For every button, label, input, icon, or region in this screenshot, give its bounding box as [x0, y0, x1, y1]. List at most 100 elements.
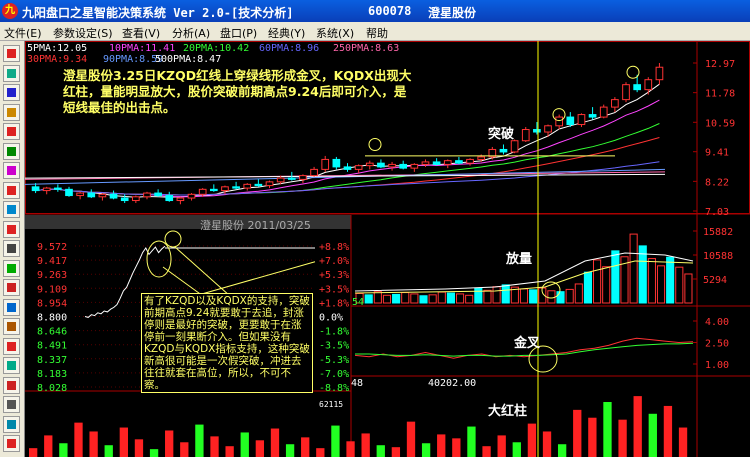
kqdx-left-value: 48	[351, 378, 364, 389]
candle-body	[533, 129, 541, 133]
volume-icon-glyph	[7, 146, 16, 156]
candle-body	[644, 79, 653, 91]
menu-analysis[interactable]: 分析(A)	[172, 25, 210, 41]
kline-icon[interactable]	[3, 123, 20, 140]
kqdx-bar	[376, 445, 385, 457]
candle-body	[198, 188, 207, 195]
flag-icon[interactable]	[3, 220, 20, 238]
ma-legend-item: 10PMA:11.41	[109, 43, 176, 54]
volume-bar	[529, 289, 538, 304]
kqdx-bar	[44, 435, 53, 457]
kqdx-bar	[588, 417, 597, 457]
candle-body	[232, 186, 240, 189]
list-icon[interactable]	[3, 415, 20, 433]
kqdx-low-value: 62115	[319, 400, 344, 409]
kqdx-bar	[452, 438, 461, 457]
bar-icon[interactable]	[3, 84, 20, 101]
line-icon[interactable]	[3, 103, 20, 121]
kqdx-bar	[316, 448, 325, 457]
intraday-left-label: 8.646	[37, 327, 67, 338]
star-icon[interactable]	[3, 357, 20, 374]
line-icon-glyph	[7, 107, 16, 117]
app-logo-icon: 九	[2, 3, 18, 19]
wave-icon-glyph	[7, 185, 16, 195]
candle-body	[365, 162, 374, 167]
menu-settings[interactable]: 参数设定(S)	[53, 25, 113, 41]
filter-icon[interactable]	[3, 337, 20, 355]
candle-body	[31, 186, 40, 192]
kqdx-bar	[301, 437, 310, 457]
kqdx-bar	[678, 427, 688, 457]
candle-body	[544, 125, 552, 133]
menu-classic[interactable]: 经典(Y)	[268, 25, 305, 41]
intraday-left-label: 9.263	[37, 270, 67, 281]
volume-bar	[565, 288, 574, 304]
candle-body	[622, 84, 630, 101]
pie-icon[interactable]	[3, 279, 20, 296]
intraday-annotation: 有了KZQD以及KQDX的支持，突破前期高点9.24就要敢于去追，封涨停则是最好…	[141, 293, 313, 393]
volume-bar	[574, 283, 583, 304]
golden-cross-label: 金叉	[514, 336, 541, 351]
volume-bar	[492, 286, 501, 304]
menu-system[interactable]: 系统(X)	[316, 25, 354, 41]
kqdx-bar	[285, 444, 295, 457]
bar-icon-glyph	[7, 88, 16, 97]
candle-icon[interactable]	[3, 64, 20, 82]
trend-icon[interactable]	[3, 298, 20, 316]
volume-bar	[465, 294, 474, 304]
intraday-left-label: 8.028	[37, 383, 67, 394]
volume-icon[interactable]	[3, 142, 20, 160]
volume-bar	[373, 291, 382, 304]
person-icon[interactable]	[3, 396, 20, 413]
info-icon-glyph	[7, 263, 16, 273]
wave-icon[interactable]	[3, 181, 20, 199]
kqdx-bar	[512, 442, 521, 457]
breakout-label: 突破	[488, 127, 515, 142]
candle-body	[399, 163, 408, 169]
red-flag-icon[interactable]	[3, 435, 20, 452]
index-icon[interactable]	[3, 162, 20, 179]
kqdx-bar	[195, 424, 204, 457]
volume-bar	[382, 294, 392, 304]
long-ma-line	[25, 171, 666, 180]
doc-icon[interactable]	[3, 376, 20, 394]
chart-icon[interactable]	[3, 45, 20, 62]
kqdx-bar	[467, 426, 476, 457]
kqdx-bar	[255, 440, 265, 457]
kqdx-bar	[270, 428, 280, 457]
volume-bar	[455, 293, 465, 304]
candle-body	[588, 114, 597, 118]
ma-legend-item: 500PMA:8.47	[155, 54, 222, 65]
tool-icon[interactable]	[3, 201, 20, 218]
candle-body	[165, 195, 174, 202]
intraday-highlight	[164, 230, 182, 248]
kqdx-bar	[89, 431, 98, 457]
stock-name: 澄星股份	[428, 6, 477, 20]
highlight-circle	[368, 137, 382, 151]
intraday-left-label: 9.109	[37, 284, 67, 295]
menu-file[interactable]: 文件(E)	[4, 25, 42, 41]
intraday-left-label: 8.800	[37, 313, 67, 324]
info-icon[interactable]	[3, 259, 20, 277]
intraday-right-label: +8.8%	[319, 242, 349, 253]
volume-bar	[519, 288, 529, 304]
flag-icon-glyph	[7, 224, 16, 234]
kline-icon-glyph	[7, 127, 16, 136]
kqdx-bar	[542, 431, 552, 457]
red-flag-icon-glyph	[7, 439, 16, 448]
menu-view[interactable]: 查看(V)	[122, 25, 160, 41]
intraday-right-label: -7.0%	[319, 369, 349, 380]
candle-body	[221, 186, 229, 192]
grid-icon[interactable]	[3, 240, 20, 257]
menu-board[interactable]: 盘口(P)	[220, 25, 257, 41]
menu-help[interactable]: 帮助	[366, 25, 388, 41]
volume-bar	[474, 287, 483, 304]
kqdx-bar	[225, 446, 234, 457]
volume-bar	[675, 266, 684, 304]
gear-icon[interactable]	[3, 318, 20, 335]
candle-body	[143, 192, 151, 198]
price-axis-label: 9.41	[705, 148, 729, 159]
candle-body	[555, 116, 564, 127]
candle-body	[388, 163, 396, 168]
volume-bar	[583, 271, 593, 304]
